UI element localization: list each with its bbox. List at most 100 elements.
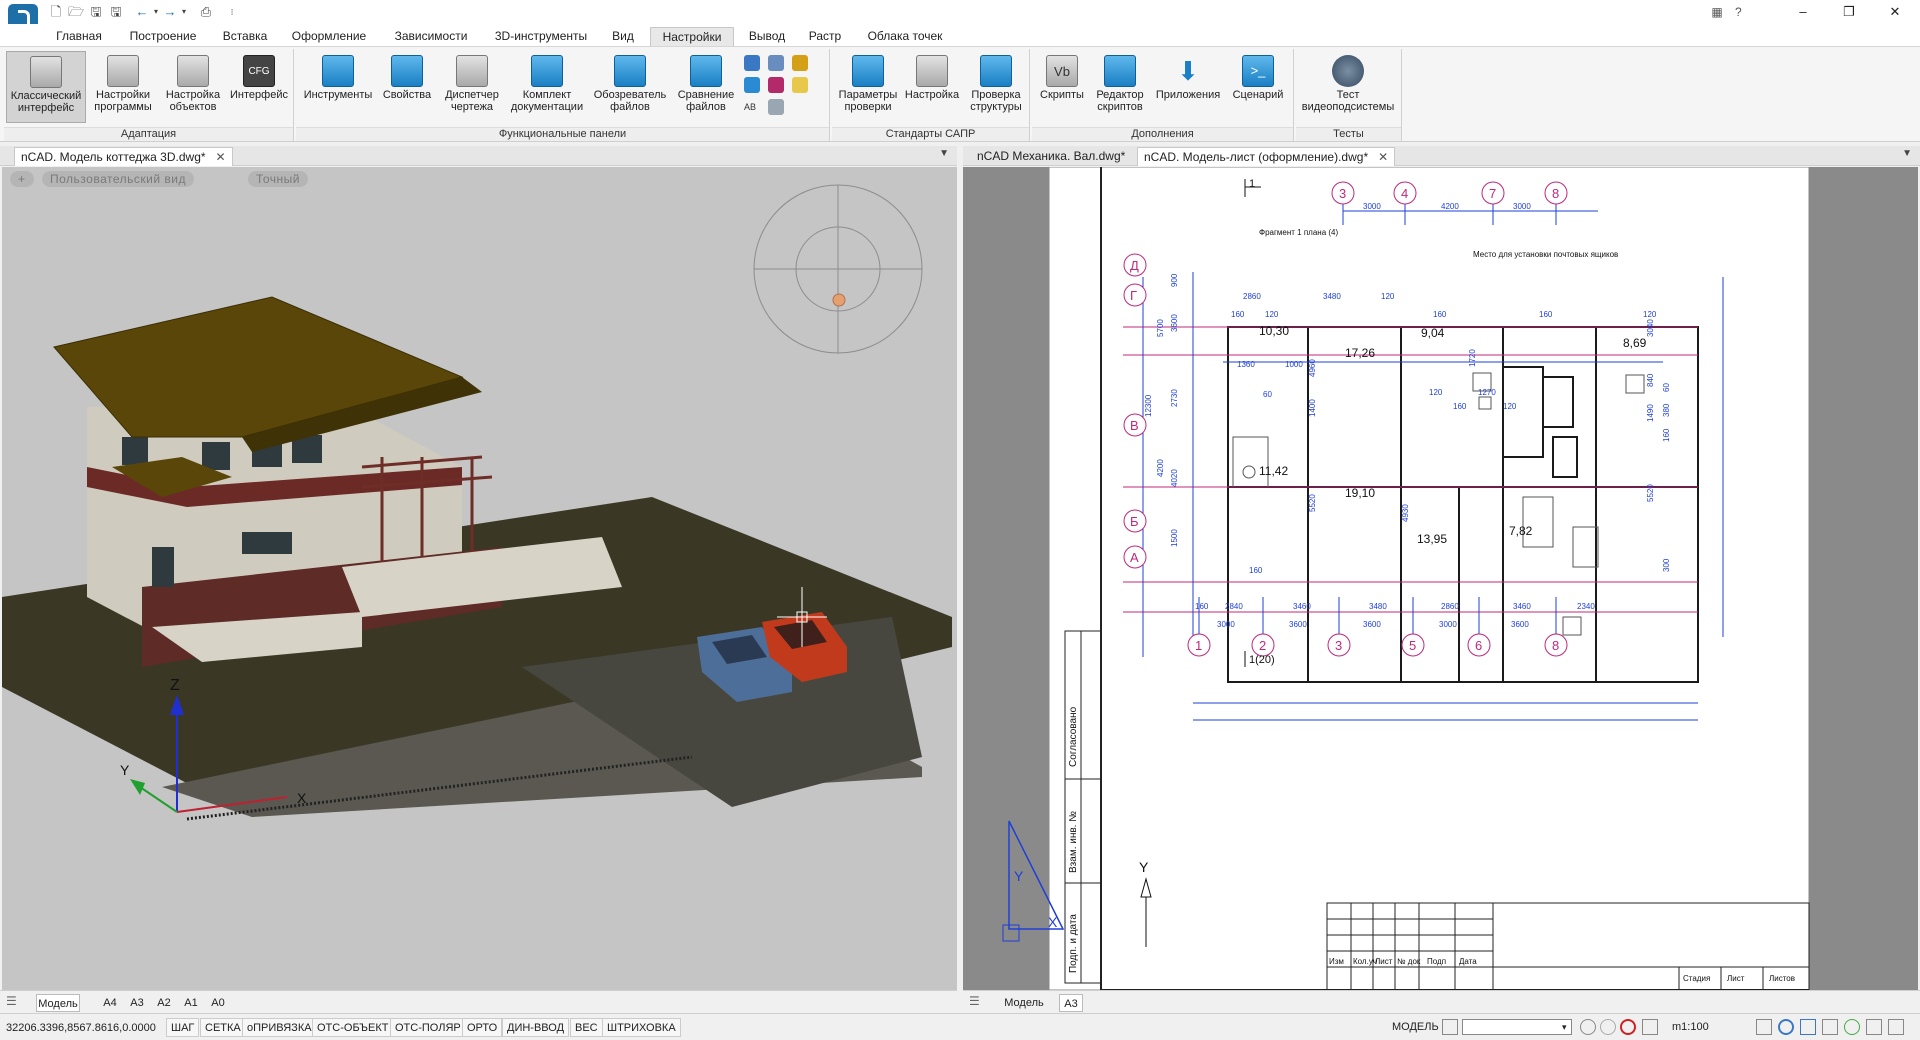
- tab-view[interactable]: Вид: [608, 27, 638, 46]
- zoom-window-icon[interactable]: [1800, 1019, 1816, 1035]
- no-entry-icon[interactable]: [1620, 1019, 1636, 1035]
- check-params-button[interactable]: Параметры проверки: [836, 51, 900, 123]
- otrack-toggle[interactable]: ОТС-ОБЪЕКТ: [312, 1018, 394, 1037]
- compare-files-button[interactable]: Сравнение файлов: [674, 51, 738, 123]
- tab-annotate[interactable]: Оформление: [288, 27, 370, 46]
- compare-files-icon: [690, 55, 722, 87]
- lightbulb-icon[interactable]: [792, 77, 808, 93]
- open-file-icon[interactable]: 🗁: [66, 2, 86, 22]
- help-icon[interactable]: ?: [1729, 2, 1747, 22]
- layout-tab-a4[interactable]: A4: [100, 994, 120, 1012]
- qat-customize-icon[interactable]: ⁝: [222, 2, 242, 22]
- ortho-toggle[interactable]: ОРТО: [462, 1018, 503, 1037]
- layout-tab-a1[interactable]: A1: [181, 994, 201, 1012]
- tools-button[interactable]: Инструменты: [300, 51, 376, 123]
- properties-button[interactable]: Свойства: [378, 51, 436, 123]
- layout-tab-a2[interactable]: A2: [154, 994, 174, 1012]
- clean-screen-icon[interactable]: [1866, 1019, 1882, 1035]
- tab-settings[interactable]: Настройки: [650, 27, 734, 46]
- restore-button[interactable]: ❐: [1826, 0, 1872, 24]
- tab-point-clouds[interactable]: Облака точек: [862, 27, 948, 46]
- script-editor-button[interactable]: Редактор скриптов: [1090, 51, 1150, 123]
- file-browser-button[interactable]: Обозреватель файлов: [588, 51, 672, 123]
- doc-tab-shaft[interactable]: nCAD Механика. Вал.dwg*: [971, 147, 1131, 166]
- check-structure-button[interactable]: Проверка структуры: [964, 51, 1028, 123]
- scenario-button[interactable]: >_ Сценарий: [1226, 51, 1290, 123]
- layout-tab-model[interactable]: Модель: [36, 994, 80, 1012]
- workspace-icon[interactable]: ▦: [1708, 2, 1726, 22]
- tab-insert[interactable]: Вставка: [220, 27, 270, 46]
- tab-constraints[interactable]: Зависимости: [388, 27, 474, 46]
- isolate-icon[interactable]: [1580, 1019, 1596, 1035]
- left-doc-tabs: nCAD. Модель коттеджа 3D.dwg* ✕ ▼: [0, 146, 957, 166]
- status-menu-icon[interactable]: [1888, 1019, 1904, 1035]
- pin-icon[interactable]: [792, 55, 808, 71]
- drawing-manager-button[interactable]: Диспетчер чертежа: [438, 51, 506, 123]
- print-icon[interactable]: ⎙: [196, 2, 216, 22]
- minimize-button[interactable]: –: [1780, 0, 1826, 24]
- layouts-menu-icon[interactable]: ☰: [969, 994, 980, 1008]
- close-button[interactable]: ✕: [1872, 0, 1918, 24]
- doc-tab-cottage[interactable]: nCAD. Модель коттеджа 3D.dwg* ✕: [14, 147, 233, 166]
- viewport-lock-icon[interactable]: [1442, 1019, 1458, 1035]
- workspace-status-icon[interactable]: [1844, 1019, 1860, 1035]
- group-tests: Тест видеоподсистемы Тесты: [1296, 49, 1402, 141]
- layout-tab-a3[interactable]: A3: [1059, 994, 1083, 1012]
- orbit-icon[interactable]: [1822, 1019, 1838, 1035]
- scale-readout[interactable]: m1:100: [1668, 1018, 1713, 1037]
- save-as-icon[interactable]: 🖫: [106, 2, 126, 22]
- lightbulb-status-icon[interactable]: [1600, 1019, 1616, 1035]
- layers-icon[interactable]: [744, 55, 760, 71]
- viewport-3d[interactable]: + Пользовательский вид Точный Z Y X: [2, 167, 957, 990]
- classic-interface-button[interactable]: Классический интерфейс: [6, 51, 86, 123]
- pan-icon[interactable]: [1756, 1019, 1772, 1035]
- viewport-sheet[interactable]: Согласовано Взам. инв. № Подп. и дата Из…: [963, 167, 1918, 990]
- layouts-menu-icon[interactable]: ☰: [6, 994, 17, 1008]
- svg-text:120: 120: [1503, 402, 1517, 411]
- grid-toggle[interactable]: СЕТКА: [200, 1018, 246, 1037]
- snap-toggle[interactable]: ШАГ: [166, 1018, 200, 1037]
- blocks-icon[interactable]: [768, 55, 784, 71]
- tabs-dropdown-icon[interactable]: ▼: [939, 148, 949, 159]
- tabs-dropdown-icon[interactable]: ▼: [1902, 148, 1912, 159]
- table-icon[interactable]: [768, 99, 784, 115]
- applications-button[interactable]: ⬇ Приложения: [1152, 51, 1224, 123]
- save-icon[interactable]: 🖫: [86, 2, 106, 22]
- tab-3d-tools[interactable]: 3D-инструменты: [490, 27, 592, 46]
- interface-button[interactable]: CFG Интерфейс: [228, 51, 290, 123]
- osnap-toggle[interactable]: оПРИВЯЗКА: [242, 1018, 317, 1037]
- tab-build[interactable]: Построение: [124, 27, 202, 46]
- standards-setup-button[interactable]: Настройка: [902, 51, 962, 123]
- tab-output[interactable]: Вывод: [746, 27, 788, 46]
- video-test-button[interactable]: Тест видеоподсистемы: [1298, 51, 1398, 123]
- hatch-toggle[interactable]: ШТРИХОВКА: [602, 1018, 681, 1037]
- annotative-icon[interactable]: [1642, 1019, 1658, 1035]
- standards-gear-icon: [916, 55, 948, 87]
- layout-tab-a3[interactable]: A3: [127, 994, 147, 1012]
- dynamic-input-toggle[interactable]: ДИН-ВВОД: [502, 1018, 570, 1037]
- object-settings-button[interactable]: Настройка объектов: [160, 51, 226, 123]
- doc-tab-model-sheet[interactable]: nCAD. Модель-лист (оформление).dwg* ✕: [1137, 147, 1396, 166]
- scripts-button[interactable]: Vb Скрипты: [1036, 51, 1088, 123]
- view-cube-wheel[interactable]: [753, 184, 923, 354]
- polar-toggle[interactable]: ОТС-ПОЛЯР: [390, 1018, 466, 1037]
- svg-text:12300: 12300: [1144, 394, 1153, 417]
- layout-tab-a0[interactable]: A0: [208, 994, 228, 1012]
- close-tab-icon[interactable]: ✕: [1378, 150, 1388, 164]
- tab-home[interactable]: Главная: [50, 27, 108, 46]
- cube-icon[interactable]: [744, 77, 760, 93]
- zoom-icon[interactable]: [1778, 1019, 1794, 1035]
- new-file-icon[interactable]: 🗋: [46, 2, 66, 22]
- redo-dropdown-icon[interactable]: ▾: [174, 2, 194, 22]
- palette-icon[interactable]: [768, 77, 784, 93]
- text-style-icon[interactable]: AB: [744, 99, 760, 115]
- model-space-toggle[interactable]: МОДЕЛЬ: [1388, 1018, 1443, 1037]
- tab-raster[interactable]: Растр: [806, 27, 844, 46]
- dropdown-arrow-icon[interactable]: ▾: [1562, 1019, 1578, 1035]
- layout-tab-model[interactable]: Модель: [999, 994, 1049, 1012]
- documentation-set-button[interactable]: Комплект документации: [506, 51, 588, 123]
- program-settings-button[interactable]: Настройки программы: [90, 51, 156, 123]
- close-tab-icon[interactable]: ✕: [216, 150, 226, 164]
- lineweight-toggle[interactable]: ВЕС: [570, 1018, 603, 1037]
- annotation-dropdown[interactable]: [1462, 1019, 1572, 1035]
